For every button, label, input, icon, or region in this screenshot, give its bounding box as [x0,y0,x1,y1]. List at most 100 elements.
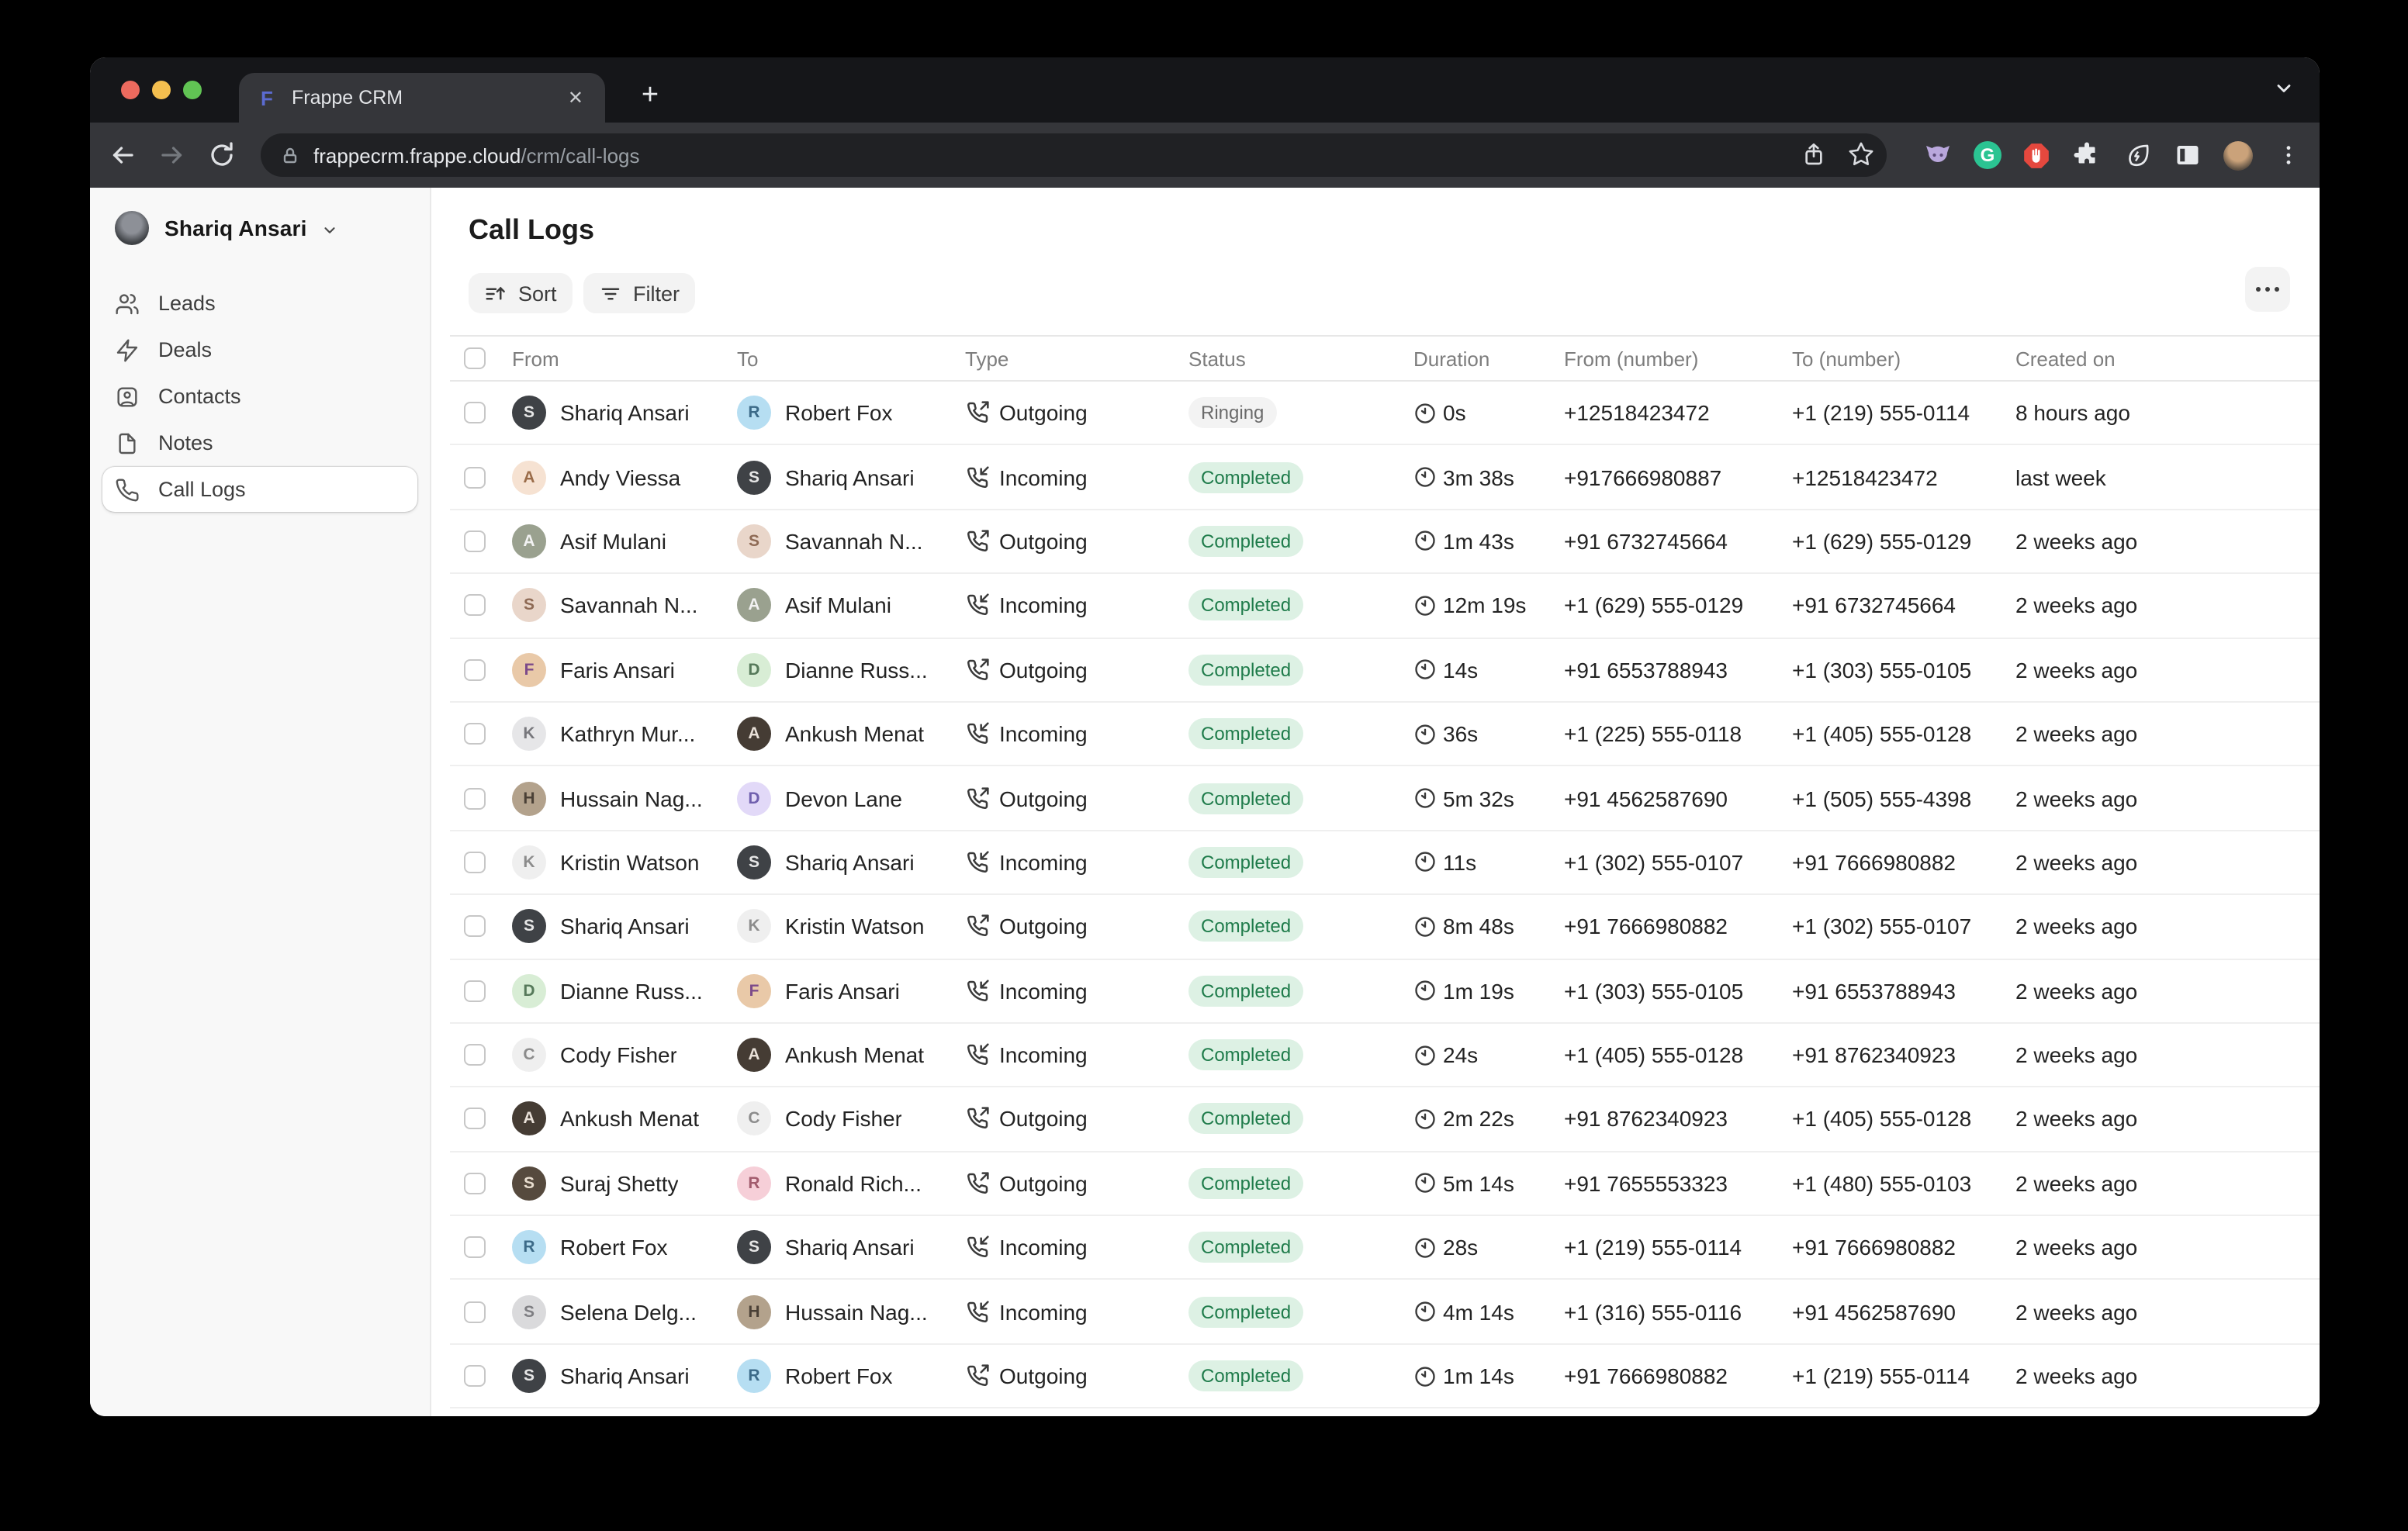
status-cell: Ringing [1188,397,1413,428]
sidebar-item-leads[interactable]: Leads [102,281,417,326]
leaf-icon[interactable] [2123,140,2154,171]
row-checkbox[interactable] [464,980,486,1001]
table-row[interactable]: K Kathryn Mur... A Ankush Menat Incoming… [450,703,2320,767]
profile-avatar[interactable] [2222,140,2253,171]
call-type-icon [965,1042,990,1067]
clock-icon [1413,465,1437,489]
tab-frappe-crm[interactable]: F Frappe CRM ✕ [239,73,605,123]
to-cell: K Kristin Watson [737,910,965,944]
reload-button[interactable] [208,141,236,169]
from-cell: A Asif Mulani [512,524,737,558]
row-checkbox[interactable] [464,595,486,617]
table-row[interactable] [450,1409,2320,1417]
table-row[interactable]: S Shariq Ansari R Robert Fox Outgoing Co… [450,1345,2320,1409]
close-tab-icon[interactable]: ✕ [562,84,590,112]
row-checkbox[interactable] [464,402,486,423]
from-number: +12518423472 [1564,400,1792,425]
user-menu[interactable]: Shariq Ansari [115,209,408,247]
sidebar-item-label: Deals [158,338,212,361]
from-number: +91 4562587690 [1564,786,1792,810]
table-row[interactable]: S Shariq Ansari K Kristin Watson Outgoin… [450,895,2320,959]
bookmark-star-icon[interactable] [1848,141,1874,168]
new-tab-button[interactable]: + [630,78,670,118]
select-all-checkbox[interactable] [464,347,486,369]
row-checkbox[interactable] [464,1044,486,1066]
table-row[interactable]: A Asif Mulani S Savannah N... Outgoing C… [450,510,2320,575]
tab-search-chevron-icon[interactable] [2273,78,2295,99]
status-cell: Completed [1188,1360,1413,1391]
panel-icon[interactable] [2172,140,2203,171]
column-header-from[interactable]: From [512,347,737,370]
table-row[interactable]: A Ankush Menat C Cody Fisher Outgoing Co… [450,1088,2320,1153]
type-cell: Incoming [965,1299,1188,1324]
row-checkbox[interactable] [464,466,486,488]
forward-button[interactable] [158,141,186,169]
table-row[interactable]: S Savannah N... A Asif Mulani Incoming C… [450,574,2320,638]
column-header-duration[interactable]: Duration [1413,347,1564,370]
call-type-label: Incoming [999,593,1088,618]
row-checkbox[interactable] [464,1301,486,1322]
back-button[interactable] [109,141,137,169]
column-header-status[interactable]: Status [1188,347,1413,370]
url-host: frappecrm.frappe.cloud [313,143,521,167]
clock-icon [1413,1236,1437,1260]
duration-value: 8m 48s [1443,914,1514,939]
column-header-type[interactable]: Type [965,347,1188,370]
sort-button[interactable]: Sort [469,273,573,313]
url-bar[interactable]: frappecrm.frappe.cloud/crm/call-logs [261,133,1887,177]
row-checkbox[interactable] [464,916,486,938]
row-checkbox[interactable] [464,659,486,681]
duration-value: 11s [1443,850,1476,875]
row-checkbox[interactable] [464,1108,486,1130]
duration-value: 4m 14s [1443,1299,1514,1324]
grammarly-icon[interactable]: G [1972,140,2003,171]
row-checkbox[interactable] [464,852,486,873]
adblock-icon[interactable] [2020,140,2051,171]
puzzle-icon[interactable] [2071,140,2102,171]
github-icon[interactable] [1922,140,1953,171]
more-options-button[interactable] [2245,267,2290,312]
to-name: Devon Lane [785,786,902,810]
row-checkbox[interactable] [464,1237,486,1259]
sidebar-item-call-logs[interactable]: Call Logs [102,467,417,512]
sidebar-item-deals[interactable]: Deals [102,327,417,372]
sidebar-item-contacts[interactable]: Contacts [102,374,417,419]
column-header-from-number[interactable]: From (number) [1564,347,1792,370]
table-row[interactable]: A Andy Viessa S Shariq Ansari Incoming C… [450,446,2320,510]
duration-value: 36s [1443,721,1478,746]
status-badge: Ringing [1188,397,1276,428]
table-row[interactable]: C Cody Fisher A Ankush Menat Incoming Co… [450,1024,2320,1088]
column-header-to-number[interactable]: To (number) [1792,347,2015,370]
clock-icon [1413,1300,1437,1323]
column-header-to[interactable]: To [737,347,965,370]
table-row[interactable]: S Shariq Ansari R Robert Fox Outgoing Ri… [450,382,2320,446]
table-row[interactable]: K Kristin Watson S Shariq Ansari Incomin… [450,831,2320,895]
table-row[interactable]: S Suraj Shetty R Ronald Rich... Outgoing… [450,1152,2320,1216]
table-row[interactable]: S Selena Delg... H Hussain Nag... Incomi… [450,1280,2320,1345]
column-header-created-on[interactable]: Created on [2015,347,2320,370]
type-cell: Outgoing [965,1107,1188,1132]
sidebar-item-notes[interactable]: Notes [102,420,417,465]
row-checkbox[interactable] [464,723,486,745]
row-checkbox[interactable] [464,1365,486,1387]
from-name: Shariq Ansari [560,914,690,939]
row-checkbox[interactable] [464,1173,486,1194]
minimize-window-button[interactable] [152,81,171,99]
table-row[interactable]: D Dianne Russ... F Faris Ansari Incoming… [450,959,2320,1024]
row-checkbox[interactable] [464,787,486,809]
share-icon[interactable] [1801,141,1826,168]
filter-button[interactable]: Filter [583,273,695,313]
call-type-label: Incoming [999,1042,1088,1067]
zoom-window-button[interactable] [183,81,202,99]
app-content: Shariq Ansari Leads Deals [90,188,2320,1416]
row-checkbox[interactable] [464,530,486,552]
avatar: R [512,1231,546,1265]
from-number: +1 (405) 555-0128 [1564,1042,1792,1067]
close-window-button[interactable] [121,81,140,99]
table-row[interactable]: R Robert Fox S Shariq Ansari Incoming Co… [450,1216,2320,1280]
table-row[interactable]: F Faris Ansari D Dianne Russ... Outgoing… [450,638,2320,703]
table-row[interactable]: H Hussain Nag... D Devon Lane Outgoing C… [450,767,2320,831]
browser-menu-icon[interactable] [2273,140,2304,171]
status-badge: Completed [1188,783,1303,814]
status-badge: Completed [1188,655,1303,686]
